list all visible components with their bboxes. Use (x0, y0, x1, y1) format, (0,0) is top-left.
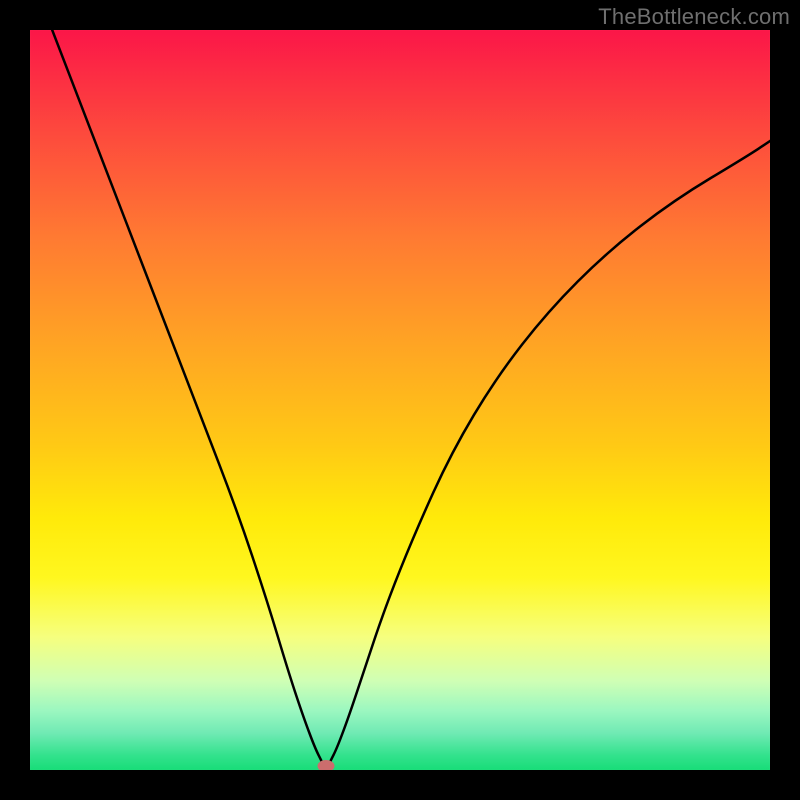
watermark-text: TheBottleneck.com (598, 4, 790, 30)
chart-stage: TheBottleneck.com (0, 0, 800, 800)
curve-svg (30, 30, 770, 770)
plot-area (30, 30, 770, 770)
bottleneck-curve (52, 30, 770, 768)
optimal-point-marker (318, 761, 334, 771)
